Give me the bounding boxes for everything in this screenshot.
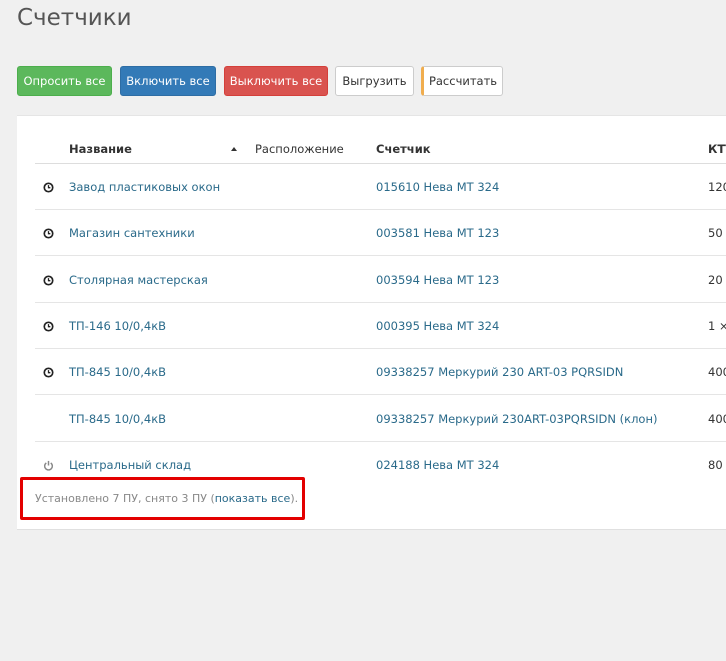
- row-ktt: 400: [708, 411, 726, 426]
- table-row: ТП-845 10/0,4кВ 09338257 Меркурий 230 ART…: [35, 349, 726, 396]
- table-row: Магазин сантехники 003581 Нева МТ 123 50 ×: [35, 210, 726, 257]
- page-title: Счетчики: [17, 5, 132, 31]
- row-name-link[interactable]: Столярная мастерская: [69, 273, 208, 287]
- table-row: ТП-845 10/0,4кВ 09338257 Меркурий 230ART-…: [35, 396, 726, 442]
- row-meter-link[interactable]: 003594 Нева МТ 123: [376, 273, 499, 287]
- row-name-link[interactable]: ТП-845 10/0,4кВ: [69, 412, 166, 426]
- column-header-ktt[interactable]: КТТ: [708, 142, 726, 156]
- column-header-location[interactable]: Расположение: [255, 142, 344, 156]
- row-ktt: 20 ×: [708, 272, 726, 287]
- export-button[interactable]: Выгрузить: [335, 66, 414, 96]
- row-meter-link[interactable]: 024188 Нева МТ 324: [376, 458, 499, 472]
- row-meter-link[interactable]: 000395 Нева МТ 324: [376, 319, 499, 333]
- table-header: Название Расположение Счетчик КТТ: [35, 136, 726, 164]
- row-ktt: 120: [708, 180, 726, 194]
- table-row: Столярная мастерская 003594 Нева МТ 123 20…: [35, 257, 726, 303]
- power-icon: [43, 458, 54, 471]
- disable-all-button[interactable]: Выключить все: [224, 66, 328, 96]
- enable-all-button[interactable]: Включить все: [120, 66, 216, 96]
- clock-icon: [43, 365, 54, 378]
- column-header-meter[interactable]: Счетчик: [376, 142, 431, 156]
- clock-icon: [43, 180, 54, 193]
- row-ktt: 50 ×: [708, 226, 726, 241]
- row-ktt: 1 ×: [708, 318, 726, 333]
- row-name-link[interactable]: ТП-146 10/0,4кВ: [69, 319, 166, 333]
- row-name-link[interactable]: Магазин сантехники: [69, 226, 195, 240]
- column-header-name[interactable]: Название: [69, 142, 132, 156]
- row-name-link[interactable]: Центральный склад: [69, 458, 191, 472]
- row-meter-link[interactable]: 09338257 Меркурий 230 ART-03 PQRSIDN: [376, 365, 623, 379]
- row-name-link[interactable]: ТП-845 10/0,4кВ: [69, 365, 166, 379]
- row-meter-link[interactable]: 015610 Нева МТ 324: [376, 180, 499, 194]
- clock-icon: [43, 319, 54, 332]
- poll-all-button[interactable]: Опросить все: [17, 66, 112, 96]
- sort-asc-icon[interactable]: [231, 147, 237, 151]
- row-meter-link[interactable]: 003581 Нева МТ 123: [376, 226, 499, 240]
- table-row: Завод пластиковых окон 015610 Нева МТ 324…: [35, 164, 726, 210]
- table-row: ТП-146 10/0,4кВ 000395 Нева МТ 324 1 ×: [35, 303, 726, 349]
- clock-icon: [43, 226, 54, 239]
- clock-icon: [43, 273, 54, 286]
- row-ktt: 400: [708, 365, 726, 380]
- calculate-button[interactable]: Рассчитать: [421, 66, 503, 96]
- row-name-link[interactable]: Завод пластиковых окон: [69, 180, 220, 194]
- row-meter-link[interactable]: 09338257 Меркурий 230ART-03PQRSIDN (клон…: [376, 412, 657, 426]
- highlight-annotation: [20, 477, 305, 520]
- meters-panel: Название Расположение Счетчик КТТ Завод …: [17, 115, 726, 530]
- row-ktt: 80 ×: [708, 457, 726, 472]
